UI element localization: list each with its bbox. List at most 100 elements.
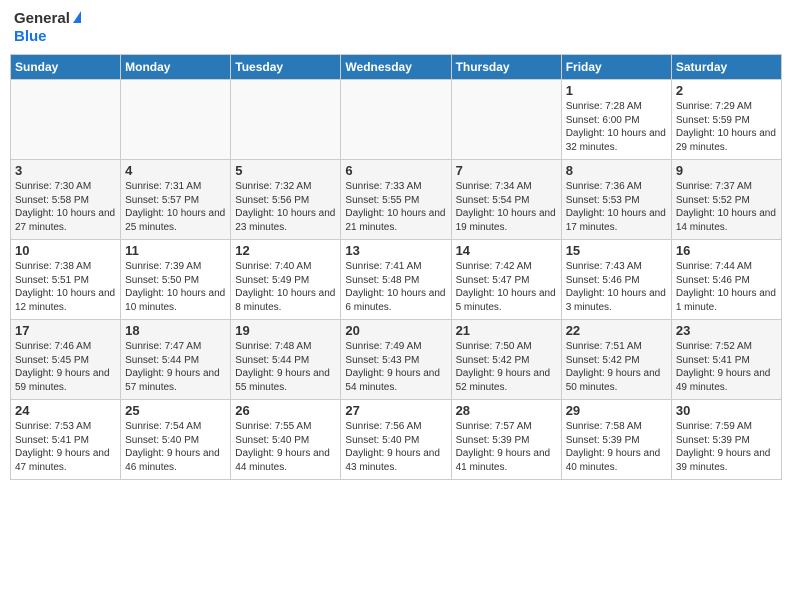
calendar-cell: 15 Sunrise: 7:43 AM Sunset: 5:46 PM Dayli… — [561, 240, 671, 320]
col-header-monday: Monday — [121, 55, 231, 80]
day-info: Sunrise: 7:44 AM Sunset: 5:46 PM Dayligh… — [676, 260, 777, 314]
day-info: Sunrise: 7:41 AM Sunset: 5:48 PM Dayligh… — [345, 260, 446, 314]
day-number: 7 — [456, 163, 557, 178]
day-number: 15 — [566, 243, 667, 258]
calendar-cell: 7 Sunrise: 7:34 AM Sunset: 5:54 PM Daylig… — [451, 160, 561, 240]
calendar-cell: 23 Sunrise: 7:52 AM Sunset: 5:41 PM Dayli… — [671, 320, 781, 400]
calendar-week-row: 1 Sunrise: 7:28 AM Sunset: 6:00 PM Daylig… — [11, 80, 782, 160]
day-info: Sunrise: 7:36 AM Sunset: 5:53 PM Dayligh… — [566, 180, 667, 234]
col-header-saturday: Saturday — [671, 55, 781, 80]
day-number: 18 — [125, 323, 226, 338]
calendar-cell: 17Sunrise: 7:46 AM Sunset: 5:45 PM Dayli… — [11, 320, 121, 400]
page-header: General Blue — [10, 10, 782, 46]
day-number: 25 — [125, 403, 226, 418]
day-info: Sunrise: 7:59 AM Sunset: 5:39 PM Dayligh… — [676, 420, 777, 474]
day-info: Sunrise: 7:40 AM Sunset: 5:49 PM Dayligh… — [235, 260, 336, 314]
calendar-table: SundayMondayTuesdayWednesdayThursdayFrid… — [10, 54, 782, 480]
day-info: Sunrise: 7:47 AM Sunset: 5:44 PM Dayligh… — [125, 340, 226, 394]
calendar-header-row: SundayMondayTuesdayWednesdayThursdayFrid… — [11, 55, 782, 80]
day-number: 2 — [676, 83, 777, 98]
calendar-cell: 20 Sunrise: 7:49 AM Sunset: 5:43 PM Dayli… — [341, 320, 451, 400]
calendar-cell: 4Sunrise: 7:31 AM Sunset: 5:57 PM Daylig… — [121, 160, 231, 240]
calendar-cell: 2 Sunrise: 7:29 AM Sunset: 5:59 PM Daylig… — [671, 80, 781, 160]
day-number: 20 — [345, 323, 446, 338]
calendar-cell: 10Sunrise: 7:38 AM Sunset: 5:51 PM Dayli… — [11, 240, 121, 320]
calendar-cell: 28Sunrise: 7:57 AM Sunset: 5:39 PM Dayli… — [451, 400, 561, 480]
day-info: Sunrise: 7:30 AM Sunset: 5:58 PM Dayligh… — [15, 180, 116, 234]
day-number: 3 — [15, 163, 116, 178]
logo: General Blue — [14, 10, 81, 46]
day-number: 11 — [125, 243, 226, 258]
calendar-week-row: 3 Sunrise: 7:30 AM Sunset: 5:58 PM Daylig… — [11, 160, 782, 240]
calendar-cell: 21Sunrise: 7:50 AM Sunset: 5:42 PM Dayli… — [451, 320, 561, 400]
day-info: Sunrise: 7:28 AM Sunset: 6:00 PM Dayligh… — [566, 100, 667, 154]
calendar-cell: 9Sunrise: 7:37 AM Sunset: 5:52 PM Daylig… — [671, 160, 781, 240]
day-info: Sunrise: 7:38 AM Sunset: 5:51 PM Dayligh… — [15, 260, 116, 314]
calendar-cell: 24 Sunrise: 7:53 AM Sunset: 5:41 PM Dayli… — [11, 400, 121, 480]
calendar-cell: 8 Sunrise: 7:36 AM Sunset: 5:53 PM Daylig… — [561, 160, 671, 240]
calendar-cell — [451, 80, 561, 160]
day-number: 19 — [235, 323, 336, 338]
calendar-cell: 5Sunrise: 7:32 AM Sunset: 5:56 PM Daylig… — [231, 160, 341, 240]
col-header-tuesday: Tuesday — [231, 55, 341, 80]
calendar-week-row: 10Sunrise: 7:38 AM Sunset: 5:51 PM Dayli… — [11, 240, 782, 320]
day-number: 27 — [345, 403, 446, 418]
col-header-friday: Friday — [561, 55, 671, 80]
day-number: 30 — [676, 403, 777, 418]
logo-general-text: General — [14, 10, 81, 28]
day-number: 4 — [125, 163, 226, 178]
day-info: Sunrise: 7:53 AM Sunset: 5:41 PM Dayligh… — [15, 420, 116, 474]
calendar-cell: 12Sunrise: 7:40 AM Sunset: 5:49 PM Dayli… — [231, 240, 341, 320]
day-number: 23 — [676, 323, 777, 338]
day-info: Sunrise: 7:39 AM Sunset: 5:50 PM Dayligh… — [125, 260, 226, 314]
day-info: Sunrise: 7:29 AM Sunset: 5:59 PM Dayligh… — [676, 100, 777, 154]
day-info: Sunrise: 7:48 AM Sunset: 5:44 PM Dayligh… — [235, 340, 336, 394]
logo-text-block: General Blue — [14, 10, 81, 46]
day-number: 13 — [345, 243, 446, 258]
calendar-cell — [11, 80, 121, 160]
day-info: Sunrise: 7:42 AM Sunset: 5:47 PM Dayligh… — [456, 260, 557, 314]
day-number: 29 — [566, 403, 667, 418]
day-info: Sunrise: 7:32 AM Sunset: 5:56 PM Dayligh… — [235, 180, 336, 234]
calendar-cell — [121, 80, 231, 160]
calendar-cell — [231, 80, 341, 160]
day-number: 6 — [345, 163, 446, 178]
day-number: 8 — [566, 163, 667, 178]
day-number: 1 — [566, 83, 667, 98]
calendar-cell: 25 Sunrise: 7:54 AM Sunset: 5:40 PM Dayli… — [121, 400, 231, 480]
calendar-cell: 26 Sunrise: 7:55 AM Sunset: 5:40 PM Dayli… — [231, 400, 341, 480]
day-number: 17 — [15, 323, 116, 338]
logo-blue-text: Blue — [14, 28, 81, 46]
day-info: Sunrise: 7:54 AM Sunset: 5:40 PM Dayligh… — [125, 420, 226, 474]
day-number: 24 — [15, 403, 116, 418]
day-info: Sunrise: 7:33 AM Sunset: 5:55 PM Dayligh… — [345, 180, 446, 234]
calendar-week-row: 24 Sunrise: 7:53 AM Sunset: 5:41 PM Dayli… — [11, 400, 782, 480]
day-number: 26 — [235, 403, 336, 418]
day-info: Sunrise: 7:34 AM Sunset: 5:54 PM Dayligh… — [456, 180, 557, 234]
day-info: Sunrise: 7:49 AM Sunset: 5:43 PM Dayligh… — [345, 340, 446, 394]
day-info: Sunrise: 7:52 AM Sunset: 5:41 PM Dayligh… — [676, 340, 777, 394]
day-number: 16 — [676, 243, 777, 258]
day-number: 28 — [456, 403, 557, 418]
calendar-cell: 1 Sunrise: 7:28 AM Sunset: 6:00 PM Daylig… — [561, 80, 671, 160]
day-number: 9 — [676, 163, 777, 178]
calendar-cell: 14 Sunrise: 7:42 AM Sunset: 5:47 PM Dayli… — [451, 240, 561, 320]
day-info: Sunrise: 7:55 AM Sunset: 5:40 PM Dayligh… — [235, 420, 336, 474]
calendar-cell: 18 Sunrise: 7:47 AM Sunset: 5:44 PM Dayli… — [121, 320, 231, 400]
day-info: Sunrise: 7:58 AM Sunset: 5:39 PM Dayligh… — [566, 420, 667, 474]
calendar-cell: 27 Sunrise: 7:56 AM Sunset: 5:40 PM Dayli… — [341, 400, 451, 480]
day-number: 14 — [456, 243, 557, 258]
day-info: Sunrise: 7:56 AM Sunset: 5:40 PM Dayligh… — [345, 420, 446, 474]
day-info: Sunrise: 7:50 AM Sunset: 5:42 PM Dayligh… — [456, 340, 557, 394]
day-number: 22 — [566, 323, 667, 338]
logo-blue-triangle — [73, 11, 81, 23]
calendar-cell: 3 Sunrise: 7:30 AM Sunset: 5:58 PM Daylig… — [11, 160, 121, 240]
calendar-cell: 22 Sunrise: 7:51 AM Sunset: 5:42 PM Dayli… — [561, 320, 671, 400]
col-header-wednesday: Wednesday — [341, 55, 451, 80]
col-header-sunday: Sunday — [11, 55, 121, 80]
day-info: Sunrise: 7:43 AM Sunset: 5:46 PM Dayligh… — [566, 260, 667, 314]
calendar-cell: 16 Sunrise: 7:44 AM Sunset: 5:46 PM Dayli… — [671, 240, 781, 320]
calendar-week-row: 17Sunrise: 7:46 AM Sunset: 5:45 PM Dayli… — [11, 320, 782, 400]
col-header-thursday: Thursday — [451, 55, 561, 80]
day-info: Sunrise: 7:51 AM Sunset: 5:42 PM Dayligh… — [566, 340, 667, 394]
